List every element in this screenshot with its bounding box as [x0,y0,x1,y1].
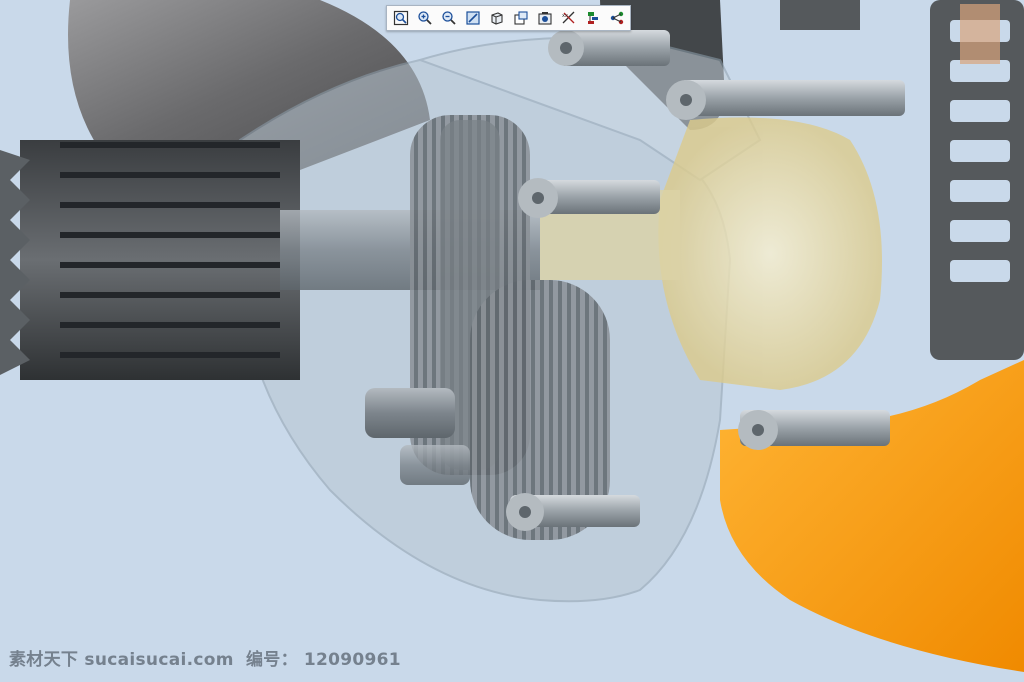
svg-text:xx: xx [562,13,568,19]
handle-part [720,360,1024,672]
bolt-2 [666,80,905,120]
zoom-out-icon[interactable] [437,7,460,30]
bolt-4 [738,410,890,450]
repaint-icon[interactable] [461,7,484,30]
watermark-id-value: 12090961 [303,650,401,670]
grille-part [930,0,1024,360]
bolt-1 [548,30,670,66]
view-manager-icon[interactable] [533,7,556,30]
display-style-icon[interactable] [485,7,508,30]
annotation-display-icon[interactable] [581,7,604,30]
watermark: 素材天下 sucaisucai.com 编号： 12090961 [9,645,407,670]
cad-viewport[interactable] [0,0,1024,682]
zoom-fit-icon[interactable] [389,7,412,30]
watermark-site: 素材天下 sucaisucai.com [9,650,234,670]
datum-display-icon[interactable]: xx [557,7,580,30]
watermark-id-label: 编号： [245,650,298,670]
zoom-in-icon[interactable] [413,7,436,30]
spin-center-icon[interactable] [605,7,628,30]
bolt-3 [518,178,660,218]
bolt-5 [506,493,640,531]
saved-views-icon[interactable] [509,7,532,30]
view-toolbar: xx [386,5,631,31]
